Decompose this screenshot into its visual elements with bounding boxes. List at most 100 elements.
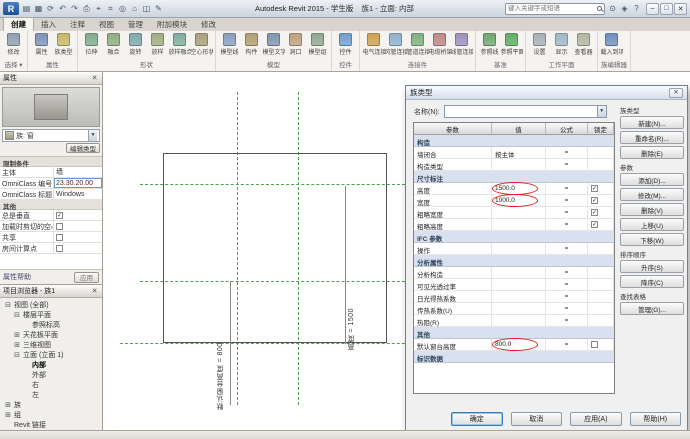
sign-in-icon[interactable]: ⊙ bbox=[607, 3, 618, 15]
查看器-button[interactable]: 查看器 bbox=[573, 32, 594, 56]
ribbon-tab-创建[interactable]: 创建 bbox=[3, 17, 34, 31]
ribbon-tab-管理[interactable]: 管理 bbox=[121, 18, 150, 31]
删除V-button[interactable]: 删除(V) bbox=[620, 203, 684, 216]
放样-button[interactable]: 放样 bbox=[147, 32, 168, 56]
parameter-value[interactable] bbox=[492, 219, 546, 230]
exchange-apps-icon[interactable]: ◈ bbox=[619, 3, 630, 15]
help-search-box[interactable] bbox=[505, 3, 605, 15]
ribbon-tab-注释[interactable]: 注释 bbox=[63, 18, 92, 31]
tree-item[interactable]: Revit 链接 bbox=[1, 420, 101, 430]
expand-icon[interactable]: ⊞ bbox=[4, 401, 12, 409]
重命名R-button[interactable]: 重命名(R)... bbox=[620, 131, 684, 144]
close-icon[interactable]: ✕ bbox=[90, 287, 99, 295]
tree-item[interactable]: ⊟视图 (全部) bbox=[1, 300, 101, 310]
property-checkbox[interactable] bbox=[56, 245, 63, 252]
minimize-button[interactable]: – bbox=[646, 3, 659, 15]
上移U-button[interactable]: 上移(U) bbox=[620, 218, 684, 231]
height-dimension-label[interactable]: 高度 = 1500 bbox=[347, 200, 357, 350]
族类型-button[interactable]: 族类型 bbox=[53, 32, 74, 56]
property-value[interactable] bbox=[54, 232, 102, 242]
collapse-icon[interactable]: ⊟ bbox=[4, 301, 12, 309]
close-icon[interactable]: ✕ bbox=[90, 74, 99, 82]
设置-button[interactable]: 设置 bbox=[529, 32, 550, 56]
tree-item[interactable]: 外部 bbox=[1, 370, 101, 380]
parameter-formula[interactable]: = bbox=[546, 243, 588, 254]
property-value[interactable] bbox=[54, 221, 102, 231]
help-button[interactable]: 帮助(H) bbox=[630, 412, 682, 426]
ribbon-tab-修改[interactable]: 修改 bbox=[194, 18, 223, 31]
parameter-value[interactable] bbox=[492, 267, 546, 278]
chevron-down-icon[interactable]: ▼ bbox=[597, 106, 606, 117]
parameter-section[interactable]: 分析属性 bbox=[414, 255, 614, 267]
tree-item[interactable]: ⊞三维视图 bbox=[1, 340, 101, 350]
模型线-button[interactable]: 模型线 bbox=[219, 32, 240, 56]
添加D-button[interactable]: 添加(D)... bbox=[620, 173, 684, 186]
修改M-button[interactable]: 修改(M)... bbox=[620, 188, 684, 201]
close-button[interactable]: ✕ bbox=[674, 3, 687, 15]
chevron-down-icon[interactable]: ▼ bbox=[88, 130, 97, 141]
apply-button[interactable]: 应用(A) bbox=[570, 412, 622, 426]
空心形状-button[interactable]: 空心形状 bbox=[191, 32, 212, 56]
融合-button[interactable]: 融合 bbox=[103, 32, 124, 56]
default-3d-view-icon[interactable]: ⌂ bbox=[129, 3, 140, 15]
lock-checkbox[interactable] bbox=[591, 341, 598, 348]
collapse-icon[interactable]: ⊟ bbox=[13, 311, 21, 319]
parameter-value[interactable] bbox=[492, 159, 546, 170]
sync-icon[interactable]: ⟳ bbox=[45, 3, 56, 15]
删除E-button[interactable]: 删除(E) bbox=[620, 146, 684, 159]
tree-item[interactable]: ⊟立面 (立面 1) bbox=[1, 350, 101, 360]
参照平面-button[interactable]: 参照平面 bbox=[501, 32, 522, 56]
parameter-value[interactable] bbox=[492, 315, 546, 326]
measure-icon[interactable]: ⌖ bbox=[93, 3, 104, 15]
ribbon-tab-插入[interactable]: 插入 bbox=[34, 18, 63, 31]
放样融合-button[interactable]: 放样融合 bbox=[169, 32, 190, 56]
电气连接件-button[interactable]: 电气连接件 bbox=[363, 32, 384, 56]
expand-icon[interactable]: ⊞ bbox=[13, 331, 21, 339]
parameter-section[interactable]: 尺寸标注 bbox=[414, 171, 614, 183]
dialog-titlebar[interactable]: 族类型 ✕ bbox=[406, 86, 687, 100]
parameter-formula[interactable]: = bbox=[546, 147, 588, 158]
section-icon[interactable]: ◫ bbox=[141, 3, 152, 15]
save-icon[interactable]: ▦ bbox=[33, 3, 44, 15]
控件-button[interactable]: 控件 bbox=[335, 32, 356, 56]
undo-icon[interactable]: ↶ bbox=[57, 3, 68, 15]
properties-header[interactable]: 属性 ✕ bbox=[0, 72, 102, 85]
ok-button[interactable]: 确定 bbox=[451, 412, 503, 426]
修改-button[interactable]: 修改 bbox=[3, 32, 24, 56]
ribbon-tab-附加模块[interactable]: 附加模块 bbox=[150, 18, 194, 31]
edit-type-button[interactable]: 编辑类型 bbox=[66, 143, 100, 153]
构件-button[interactable]: 构件 bbox=[241, 32, 262, 56]
apply-button[interactable]: 应用 bbox=[74, 272, 99, 283]
properties-help-link[interactable]: 属性帮助 bbox=[3, 272, 31, 282]
aligned-dimension-icon[interactable]: ⌗ bbox=[105, 3, 116, 15]
lock-checkbox[interactable]: ✓ bbox=[591, 197, 598, 204]
parameter-value[interactable] bbox=[492, 279, 546, 290]
lock-checkbox[interactable]: ✓ bbox=[591, 209, 598, 216]
模型组-button[interactable]: 模型组 bbox=[307, 32, 328, 56]
property-value[interactable]: 墙 bbox=[54, 167, 102, 177]
parameter-formula[interactable]: = bbox=[546, 315, 588, 326]
expand-icon[interactable]: ⊞ bbox=[13, 341, 21, 349]
parameter-formula[interactable]: = bbox=[546, 219, 588, 230]
管理G-button[interactable]: 管理(G)... bbox=[620, 302, 684, 315]
tree-item[interactable]: ⊟楼层平面 bbox=[1, 310, 101, 320]
parameter-section[interactable]: 构造 bbox=[414, 135, 614, 147]
tree-item[interactable]: 右 bbox=[1, 380, 101, 390]
property-value[interactable] bbox=[54, 243, 102, 253]
parameter-formula[interactable]: = bbox=[546, 279, 588, 290]
lock-checkbox[interactable]: ✓ bbox=[591, 221, 598, 228]
parameter-value[interactable]: 按主体 bbox=[492, 147, 546, 158]
parameter-value[interactable]: 1500.0 bbox=[492, 183, 546, 194]
redo-icon[interactable]: ↷ bbox=[69, 3, 80, 15]
project-browser-header[interactable]: 项目浏览器 - 族1 ✕ bbox=[0, 285, 102, 298]
风管连接件-button[interactable]: 风管连接件 bbox=[385, 32, 406, 56]
新建N-button[interactable]: 新建(N)... bbox=[620, 116, 684, 129]
parameter-section[interactable]: 标识数据 bbox=[414, 351, 614, 363]
sill-dimension-line[interactable] bbox=[230, 281, 231, 405]
parameter-section[interactable]: IFC 参数 bbox=[414, 231, 614, 243]
parameter-formula[interactable]: = bbox=[546, 207, 588, 218]
thin-lines-icon[interactable]: ✎ bbox=[153, 3, 164, 15]
显示-button[interactable]: 显示 bbox=[551, 32, 572, 56]
help-icon[interactable]: ? bbox=[631, 3, 642, 15]
lock-checkbox[interactable]: ✓ bbox=[591, 185, 598, 192]
